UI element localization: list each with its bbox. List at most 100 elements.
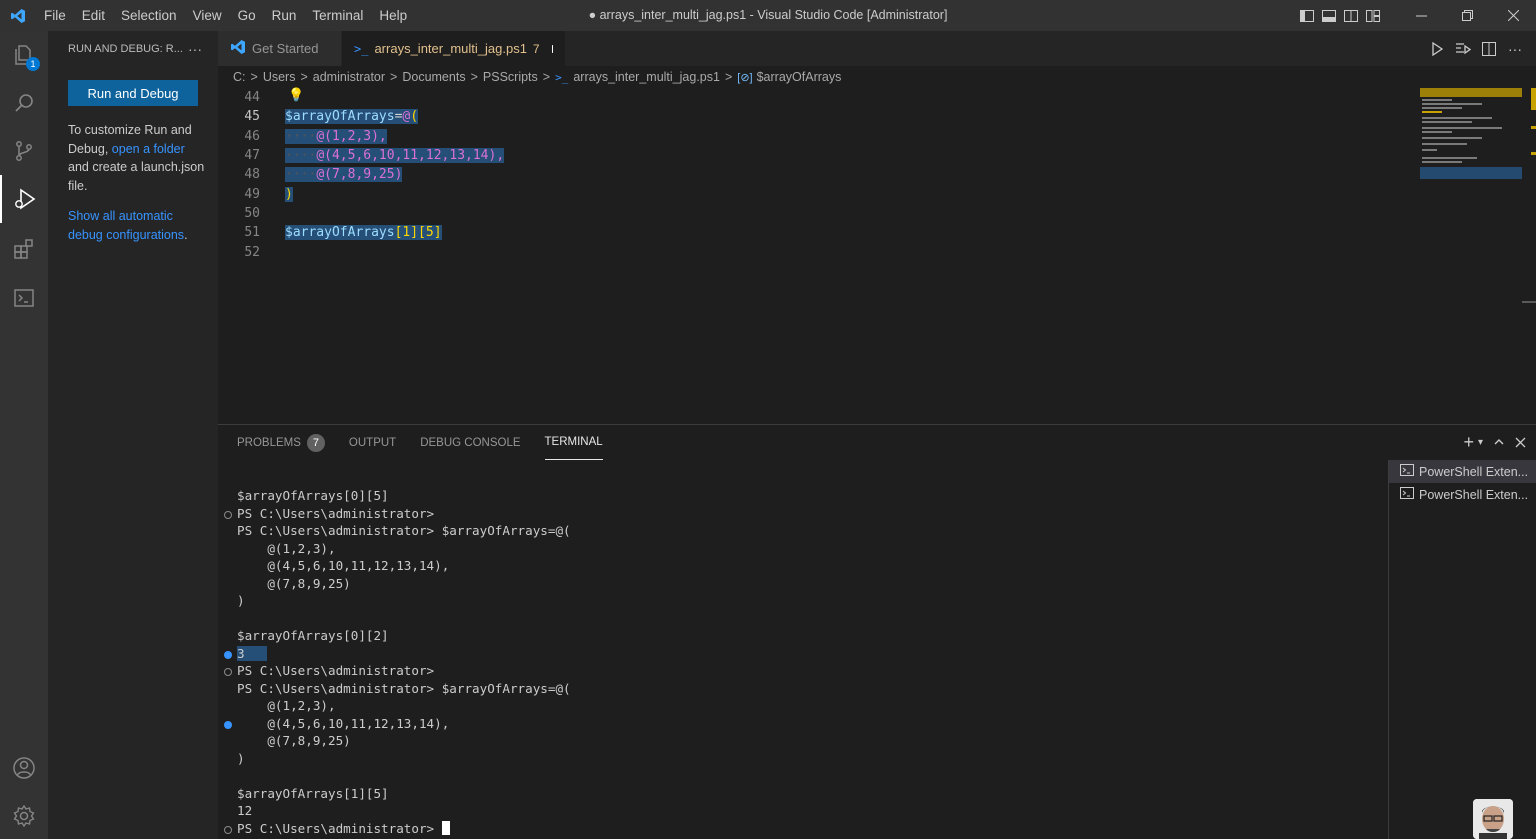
chevron-down-icon[interactable]: ▾ <box>1478 437 1483 448</box>
split-editor-icon[interactable] <box>1476 41 1502 56</box>
breadcrumb-item[interactable]: arrays_inter_multi_jag.ps1 <box>573 70 720 84</box>
command-decoration-icon[interactable] <box>224 668 232 676</box>
terminal-view-icon[interactable] <box>0 274 48 322</box>
command-decoration-icon[interactable] <box>224 825 232 834</box>
tab-problem-count: 7 <box>532 41 540 56</box>
terminal-instance-2[interactable]: PowerShell Exten... <box>1389 483 1536 506</box>
terminal-line: $arrayOfArrays[1][5] <box>237 785 389 801</box>
close-panel-icon[interactable] <box>1515 435 1526 451</box>
toggle-panel-icon[interactable] <box>1318 0 1340 31</box>
show-automatic-debug-link[interactable]: Show all automatic debug configurations <box>68 209 184 242</box>
command-decoration-icon[interactable] <box>224 510 232 519</box>
more-editor-actions-icon[interactable]: ··· <box>1502 41 1528 57</box>
explorer-icon[interactable]: 1 <box>0 31 48 79</box>
command-decoration-icon[interactable] <box>224 720 232 729</box>
line-number: 46 <box>244 128 260 144</box>
command-decoration-icon[interactable] <box>224 650 232 659</box>
breadcrumb-item[interactable]: $arrayOfArrays <box>757 70 842 84</box>
code-line: 49 ) <box>218 185 1418 204</box>
terminal-line: $arrayOfArrays[0][5] <box>237 488 389 503</box>
breadcrumb-item[interactable]: Users <box>263 70 296 84</box>
sidebar-auto-config: Show all automatic debug configurations. <box>68 207 208 244</box>
code-line: 48 ····@(7,8,9,25) <box>218 165 1418 184</box>
variable-symbol-icon: [⊘] <box>737 71 753 84</box>
menu-run[interactable]: Run <box>264 0 305 31</box>
code-line: 52 <box>218 242 1418 261</box>
open-folder-link[interactable]: open a folder <box>112 142 185 156</box>
run-and-debug-button[interactable]: Run and Debug <box>68 80 198 106</box>
toggle-secondary-sidebar-icon[interactable] <box>1340 0 1362 31</box>
search-icon[interactable] <box>0 79 48 127</box>
menu-edit[interactable]: Edit <box>74 0 113 31</box>
minimap[interactable] <box>1420 88 1522 183</box>
panel-tabs: PROBLEMS 7 OUTPUT DEBUG CONSOLE TERMINAL <box>237 425 627 460</box>
terminal-line: @(4,5,6,10,11,12,13,14), <box>237 715 450 731</box>
presenter-avatar <box>1473 799 1513 839</box>
line-number: 48 <box>244 167 260 183</box>
run-and-debug-icon[interactable] <box>0 175 48 223</box>
line-number: 44 <box>244 90 260 106</box>
minimize-icon[interactable] <box>1398 0 1444 31</box>
terminal-instance-1[interactable]: PowerShell Exten... <box>1389 460 1536 483</box>
code-text: $arrayOfArrays=@( <box>285 109 419 125</box>
run-file-icon[interactable] <box>1424 41 1450 56</box>
terminal-instances-list: PowerShell Exten... PowerShell Exten... <box>1388 460 1536 839</box>
unsaved-dot-icon[interactable] <box>551 44 553 53</box>
menu-terminal[interactable]: Terminal <box>304 0 371 31</box>
sidebar-title: RUN AND DEBUG: R... <box>68 42 183 55</box>
extensions-icon[interactable] <box>0 225 48 273</box>
breadcrumb-item[interactable]: C: <box>233 70 246 84</box>
tab-get-started[interactable]: Get Started <box>218 31 342 66</box>
terminal-line: @(4,5,6,10,11,12,13,14), <box>237 558 450 573</box>
editor-tab-bar: Get Started >_ arrays_inter_multi_jag.ps… <box>218 31 1536 66</box>
accounts-icon[interactable] <box>0 744 48 792</box>
title-bar-controls <box>1296 0 1536 31</box>
new-terminal-icon[interactable]: + <box>1463 432 1474 453</box>
run-selection-icon[interactable] <box>1450 42 1476 56</box>
customize-layout-icon[interactable] <box>1362 0 1384 31</box>
tab-debug-console[interactable]: DEBUG CONSOLE <box>420 425 520 460</box>
code-editor[interactable]: 44 💡 45 $arrayOfArrays=@( 46 ····@(1,2,3… <box>218 88 1536 424</box>
toggle-primary-sidebar-icon[interactable] <box>1296 0 1318 31</box>
sidebar-header: RUN AND DEBUG: R... ··· <box>48 31 218 66</box>
code-text: $arrayOfArrays[1][5] <box>285 225 442 241</box>
tab-terminal[interactable]: TERMINAL <box>544 425 603 460</box>
maximize-panel-icon[interactable] <box>1493 435 1505 451</box>
code-line: 44 💡 <box>218 88 1418 107</box>
breadcrumb-item[interactable]: administrator <box>313 70 385 84</box>
scrollbar-marker <box>1531 152 1536 155</box>
terminal-line: @(1,2,3), <box>237 540 336 556</box>
terminal-line: $arrayOfArrays[0][2] <box>237 628 389 643</box>
tab-label: arrays_inter_multi_jag.ps1 <box>374 41 527 56</box>
more-actions-icon[interactable]: ··· <box>188 41 202 57</box>
restore-icon[interactable] <box>1444 0 1490 31</box>
code-text: ····@(4,5,6,10,11,12,13,14), <box>285 148 505 164</box>
tab-arrays-file[interactable]: >_ arrays_inter_multi_jag.ps1 7 <box>342 31 566 66</box>
breadcrumb-item[interactable]: PSScripts <box>483 70 538 84</box>
sidebar-period: . <box>184 227 188 242</box>
menu-bar: File Edit Selection View Go Run Terminal… <box>36 0 415 31</box>
lightbulb-icon[interactable]: 💡 <box>288 88 304 103</box>
menu-view[interactable]: View <box>185 0 230 31</box>
powershell-file-icon: >_ <box>555 70 569 84</box>
tab-problems[interactable]: PROBLEMS 7 <box>237 425 325 460</box>
code-text: ····@(7,8,9,25) <box>285 167 403 183</box>
activity-bar: 1 <box>0 31 48 839</box>
tab-output[interactable]: OUTPUT <box>349 425 396 460</box>
menu-selection[interactable]: Selection <box>113 0 185 31</box>
menu-help[interactable]: Help <box>371 0 415 31</box>
close-window-icon[interactable] <box>1490 0 1536 31</box>
terminal-line: @(1,2,3), <box>237 698 336 713</box>
terminal-line: 3 <box>237 645 268 663</box>
breadcrumb-item[interactable]: Documents <box>402 70 465 84</box>
terminal-line: @(7,8,9,25) <box>237 733 351 748</box>
settings-gear-icon[interactable] <box>0 792 48 839</box>
line-number: 51 <box>244 225 260 241</box>
menu-go[interactable]: Go <box>230 0 264 31</box>
source-control-icon[interactable] <box>0 127 48 175</box>
scrollbar-thumb[interactable] <box>1522 301 1536 303</box>
menu-file[interactable]: File <box>36 0 74 31</box>
terminal-prompt-line: PS C:\Users\administrator> <box>237 820 450 838</box>
problems-count-badge: 7 <box>306 433 325 452</box>
terminal-output[interactable]: $arrayOfArrays[0][5] PS C:\Users\adminis… <box>218 487 1388 837</box>
